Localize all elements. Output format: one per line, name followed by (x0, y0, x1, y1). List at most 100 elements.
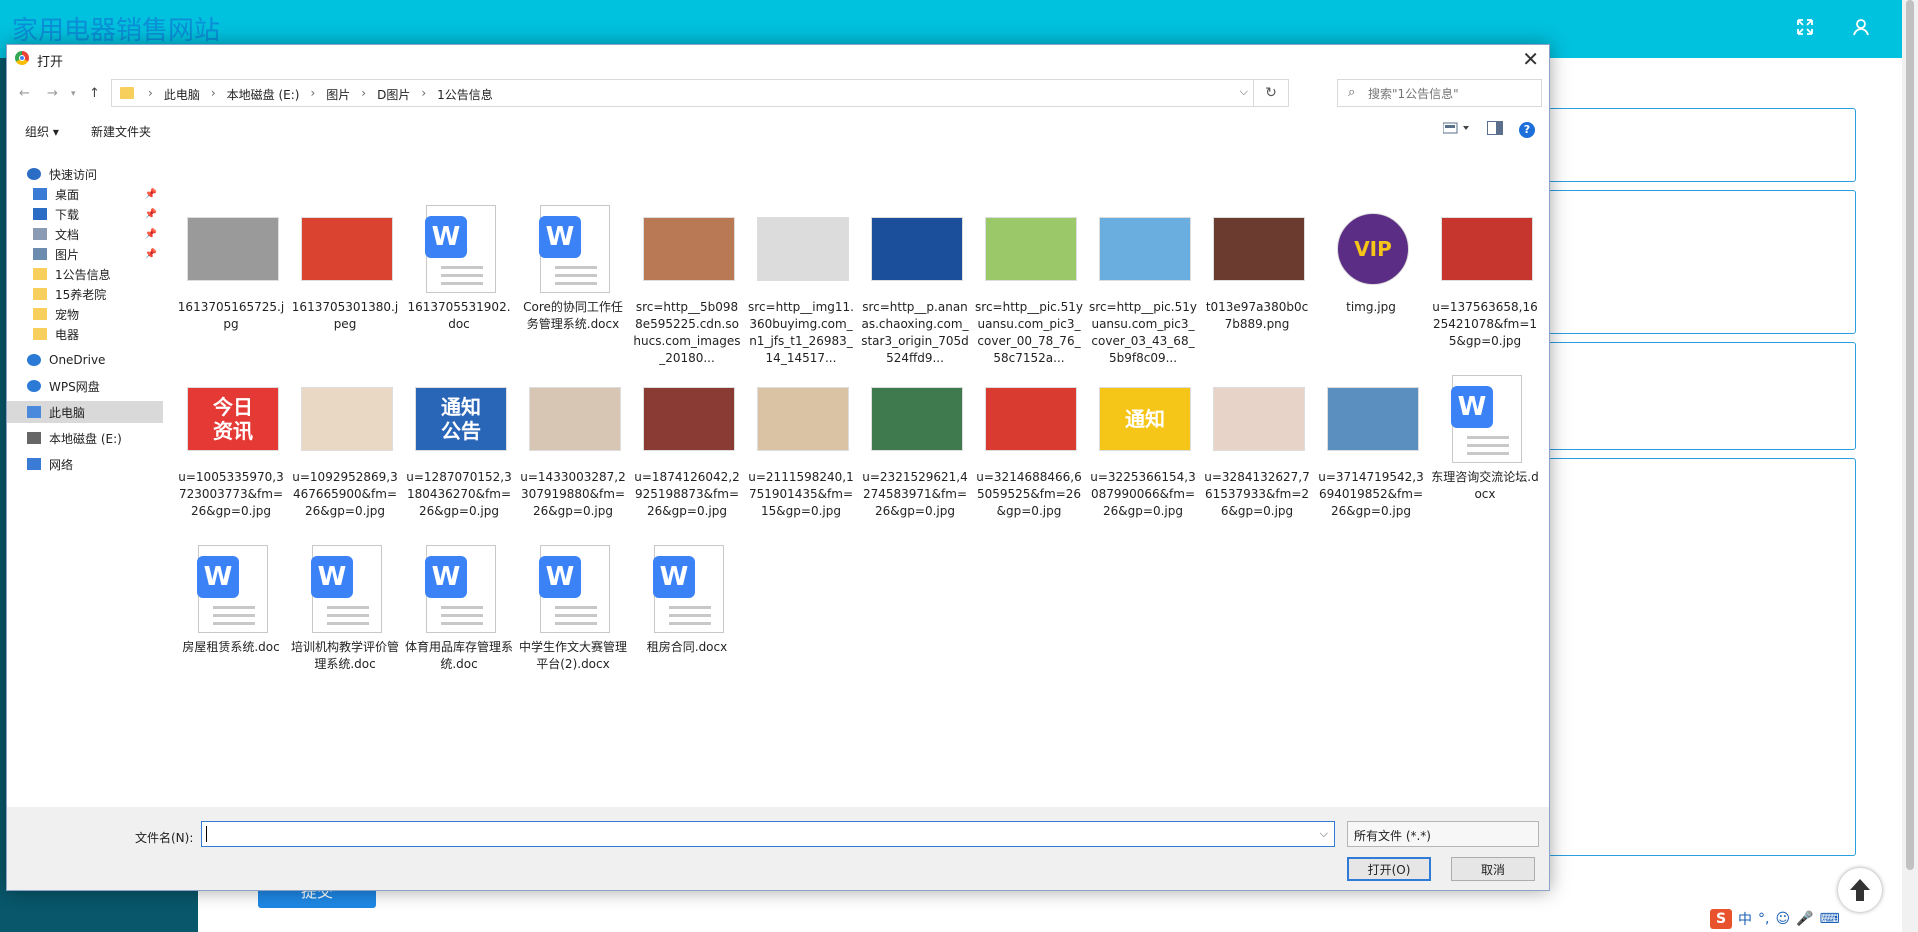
file-item[interactable]: W 租房合同.docx (633, 543, 741, 693)
image-thumbnail: 通知 (1099, 373, 1191, 465)
fullscreen-icon[interactable] (1786, 10, 1824, 44)
forward-arrow-icon[interactable]: → (47, 86, 58, 101)
file-item[interactable]: src=http__pic.51yuansu.com_pic3_cover_00… (975, 203, 1083, 365)
file-item[interactable]: W 1613705531902.doc (405, 203, 513, 353)
nav-item[interactable]: 文档 📌 (7, 223, 163, 245)
nav-item[interactable]: OneDrive (7, 349, 163, 371)
nav-item[interactable]: 下载 📌 (7, 203, 163, 225)
tray-emoji-icon[interactable]: ☺ (1775, 911, 1790, 927)
text-caret (206, 826, 207, 842)
file-item[interactable]: 通知 u=3225366154,3087990066&fm=26&gp=0.jpg (1089, 373, 1197, 523)
nav-item-label: 网络 (49, 457, 74, 472)
ime-mode[interactable]: 中 (1738, 909, 1752, 929)
word-doc-icon: W (187, 543, 279, 635)
file-item[interactable]: W 中学生作文大赛管理平台(2).docx (519, 543, 627, 693)
file-item[interactable]: u=3714719542,3694019852&fm=26&gp=0.jpg (1317, 373, 1425, 523)
file-item[interactable]: u=137563658,1625421078&fm=15&gp=0.jpg (1431, 203, 1539, 353)
cancel-button[interactable]: 取消 (1451, 857, 1535, 881)
file-item[interactable]: W 培训机构教学评价管理系统.doc (291, 543, 399, 693)
file-item[interactable]: W 东理咨询交流论坛.docx (1431, 373, 1539, 523)
folder-icon (33, 308, 47, 320)
close-icon[interactable]: ✕ (1522, 47, 1539, 71)
file-item[interactable]: u=1874126042,2925198873&fm=26&gp=0.jpg (633, 373, 741, 523)
address-bar[interactable]: › 此电脑 › 本地磁盘 (E:) › 图片 › D图片 › 1公告信息 ⌵ ↻ (111, 79, 1289, 107)
form-field[interactable] (1548, 342, 1856, 450)
tray-punct-icon[interactable]: °, (1758, 911, 1769, 927)
file-name: u=3284132627,761537933&fm=26&gp=0.jpg (1204, 470, 1310, 518)
nav-item[interactable]: 宠物 (7, 303, 163, 325)
view-options-icon[interactable] (1442, 122, 1471, 137)
file-item[interactable]: 1613705301380.jpeg (291, 203, 399, 353)
nav-item[interactable]: WPS网盘 (7, 375, 163, 397)
file-item[interactable]: W Core的协同工作任务管理系统.docx (519, 203, 627, 353)
tray-keyboard-icon[interactable]: ⌨ (1820, 911, 1840, 927)
preview-pane-icon[interactable] (1487, 121, 1503, 138)
file-item[interactable]: t013e97a380b0c7b889.png (1203, 203, 1311, 353)
nav-item[interactable]: 本地磁盘 (E:) (7, 427, 163, 449)
file-item[interactable]: u=2111598240,1751901435&fm=15&gp=0.jpg (747, 373, 855, 523)
file-item[interactable]: W 房屋租赁系统.doc (177, 543, 285, 693)
file-item[interactable]: 今日 资讯 u=1005335970,3723003773&fm=26&gp=0.… (177, 373, 285, 523)
pin-icon: 📌 (144, 228, 157, 240)
word-doc-icon: W (529, 203, 621, 295)
breadcrumb-item[interactable]: 本地磁盘 (E:) (222, 86, 305, 103)
nav-item[interactable]: 1公告信息 (7, 263, 163, 285)
breadcrumb-item[interactable]: 图片 (321, 86, 355, 103)
file-item[interactable]: u=1433003287,2307919880&fm=26&gp=0.jpg (519, 373, 627, 523)
file-item[interactable]: u=3284132627,761537933&fm=26&gp=0.jpg (1203, 373, 1311, 523)
breadcrumb-item[interactable]: D图片 (372, 86, 415, 103)
user-icon[interactable] (1842, 10, 1880, 44)
breadcrumb-item[interactable]: 此电脑 (159, 86, 205, 103)
image-thumbnail: VIP (1327, 203, 1419, 295)
breadcrumb-item[interactable]: 1公告信息 (432, 86, 498, 103)
nav-item[interactable]: 快速访问 (7, 163, 163, 185)
chevron-down-icon[interactable]: ⌵ (1240, 85, 1248, 99)
nav-item[interactable]: 此电脑 (7, 401, 163, 423)
dialog-titlebar: 打开 ✕ (7, 45, 1549, 73)
nav-item[interactable]: 15养老院 (7, 283, 163, 305)
breadcrumb-separator-icon[interactable]: › (415, 86, 432, 103)
file-item[interactable]: u=2321529621,4274583971&fm=26&gp=0.jpg (861, 373, 969, 523)
dialog-title: 打开 (37, 55, 64, 70)
file-item[interactable]: 通知 公告 u=1287070152,3180436270&fm=26&gp=0.… (405, 373, 513, 523)
breadcrumb-separator-icon[interactable]: › (142, 86, 159, 103)
help-icon[interactable]: ? (1519, 121, 1535, 138)
file-name: src=http__pic.51yuansu.com_pic3_cover_03… (1089, 300, 1197, 365)
form-field[interactable] (1548, 190, 1856, 334)
nav-item[interactable]: 网络 (7, 453, 163, 475)
file-item[interactable]: u=3214688466,65059525&fm=26&gp=0.jpg (975, 373, 1083, 523)
file-item[interactable]: VIP timg.jpg (1317, 203, 1425, 353)
tray-mic-icon[interactable]: 🎤 (1796, 911, 1813, 927)
filename-input[interactable]: ⌵ (201, 821, 1335, 847)
file-item[interactable]: src=http__5b0988e595225.cdn.sohucs.com_i… (633, 203, 741, 365)
refresh-icon[interactable]: ↻ (1253, 80, 1288, 106)
new-folder-button[interactable]: 新建文件夹 (91, 123, 151, 140)
scrollbar-thumb[interactable] (1906, 0, 1914, 870)
form-field[interactable] (1548, 108, 1856, 182)
chevron-down-icon[interactable]: ⌵ (1320, 827, 1328, 841)
file-item[interactable]: u=1092952869,3467665900&fm=26&gp=0.jpg (291, 373, 399, 523)
breadcrumb-separator-icon[interactable]: › (355, 86, 372, 103)
form-textarea[interactable] (1548, 458, 1856, 856)
page-scrollbar[interactable] (1902, 0, 1918, 932)
file-item[interactable]: src=http__img11.360buyimg.com_n1_jfs_t1_… (747, 203, 855, 365)
filetype-select[interactable]: 所有文件 (*.*) ⌵ (1347, 821, 1539, 847)
nav-item[interactable]: 桌面 📌 (7, 183, 163, 205)
file-item[interactable]: src=http__pic.51yuansu.com_pic3_cover_03… (1089, 203, 1197, 365)
breadcrumb-separator-icon[interactable]: › (304, 86, 321, 103)
organize-button[interactable]: 组织 ▾ (25, 123, 59, 140)
file-item[interactable]: 1613705165725.jpg (177, 203, 285, 353)
up-arrow-icon[interactable]: ↑ (89, 86, 100, 101)
open-button[interactable]: 打开(O) (1347, 857, 1431, 881)
file-item[interactable]: src=http__p.ananas.chaoxing.com_star3_or… (861, 203, 969, 365)
image-thumbnail (1213, 203, 1305, 295)
search-input[interactable] (1366, 83, 1540, 105)
nav-item[interactable]: 图片 📌 (7, 243, 163, 265)
search-box[interactable]: ⌕ (1337, 79, 1542, 107)
nav-item[interactable]: 电器 (7, 323, 163, 345)
breadcrumb-separator-icon[interactable]: › (205, 86, 222, 103)
back-arrow-icon[interactable]: ← (19, 86, 30, 101)
sogou-ime-icon[interactable]: S (1710, 909, 1732, 929)
file-item[interactable]: W 体育用品库存管理系统.doc (405, 543, 513, 693)
recent-dropdown-icon[interactable]: ▾ (71, 89, 76, 99)
